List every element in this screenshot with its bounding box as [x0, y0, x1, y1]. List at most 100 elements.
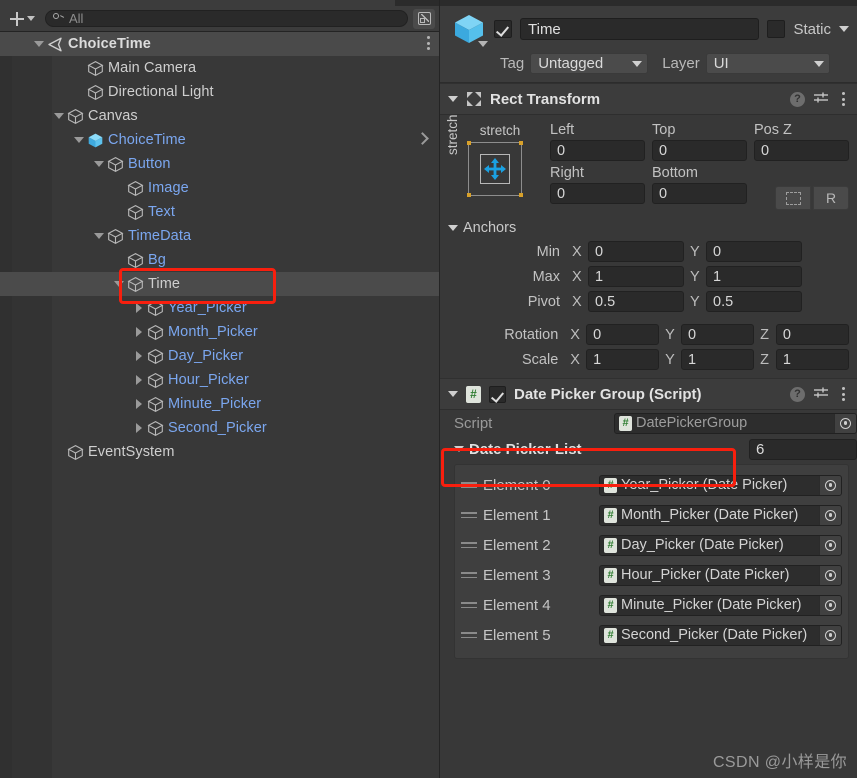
left-input[interactable]: 0: [550, 140, 645, 161]
foldout-open-icon[interactable]: [92, 157, 106, 171]
drag-handle-icon[interactable]: [461, 572, 477, 578]
hierarchy-row-main-camera[interactable]: Main Camera: [0, 56, 439, 80]
hierarchy-row-hour-picker[interactable]: Hour_Picker: [0, 368, 439, 392]
object-picker-icon[interactable]: [819, 535, 841, 555]
list-item[interactable]: Element 5 # Second_Picker (Date Picker): [461, 620, 842, 650]
drag-handle-icon[interactable]: [461, 542, 477, 548]
foldout-closed-icon[interactable]: [132, 349, 146, 363]
hierarchy-row-day-picker[interactable]: Day_Picker: [0, 344, 439, 368]
date-picker-list-header[interactable]: Date Picker List 6: [440, 436, 857, 462]
scale-y-input[interactable]: 1: [681, 349, 755, 370]
component-enabled-checkbox[interactable]: [489, 385, 506, 403]
object-picker-icon[interactable]: [819, 625, 841, 645]
pivot-x-input[interactable]: 0.5: [588, 291, 684, 312]
preset-icon[interactable]: [813, 387, 829, 401]
hierarchy-row-button[interactable]: Button: [0, 152, 439, 176]
list-item[interactable]: Element 3 # Hour_Picker (Date Picker): [461, 560, 842, 590]
hierarchy-row-year-picker[interactable]: Year_Picker: [0, 296, 439, 320]
element-object-field[interactable]: # Year_Picker (Date Picker): [599, 474, 842, 496]
foldout-open-icon[interactable]: [454, 446, 464, 452]
anchor-min-y-input[interactable]: 0: [706, 241, 802, 262]
drag-handle-icon[interactable]: [461, 632, 477, 638]
help-icon[interactable]: ?: [790, 386, 805, 402]
element-object-field[interactable]: # Second_Picker (Date Picker): [599, 624, 842, 646]
object-picker-icon[interactable]: [819, 595, 841, 615]
foldout-closed-icon[interactable]: [132, 301, 146, 315]
anchor-preset-widget[interactable]: stretch stretch: [445, 114, 540, 213]
script-object-field[interactable]: # DatePickerGroup: [614, 412, 857, 434]
scale-x-input[interactable]: 1: [586, 349, 660, 370]
object-picker-icon[interactable]: [819, 475, 841, 495]
foldout-closed-icon[interactable]: [132, 397, 146, 411]
foldout-open-icon[interactable]: [448, 96, 458, 102]
pivot-y-input[interactable]: 0.5: [706, 291, 802, 312]
element-object-field[interactable]: # Hour_Picker (Date Picker): [599, 564, 842, 586]
element-object-field[interactable]: # Day_Picker (Date Picker): [599, 534, 842, 556]
foldout-closed-icon[interactable]: [132, 421, 146, 435]
prefab-open-chevron-icon[interactable]: [416, 132, 429, 145]
hierarchy-row-minute-picker[interactable]: Minute_Picker: [0, 392, 439, 416]
hierarchy-row-time[interactable]: Time: [0, 272, 439, 296]
component-menu-icon[interactable]: [837, 387, 849, 401]
popout-button[interactable]: [413, 8, 435, 29]
hierarchy-row-image[interactable]: Image: [0, 176, 439, 200]
posz-input[interactable]: 0: [754, 140, 849, 161]
help-icon[interactable]: ?: [790, 91, 805, 107]
gameobject-active-checkbox[interactable]: [494, 20, 512, 38]
hierarchy-row-timedata[interactable]: TimeData: [0, 224, 439, 248]
static-checkbox[interactable]: [767, 20, 786, 38]
foldout-open-icon[interactable]: [72, 133, 86, 147]
rotation-y-input[interactable]: 0: [681, 324, 755, 345]
bottom-input[interactable]: 0: [652, 183, 747, 204]
rect-transform-header[interactable]: Rect Transform ?: [440, 83, 857, 115]
search-input[interactable]: All: [45, 10, 408, 27]
gameobject-name-field[interactable]: Time: [520, 18, 760, 40]
top-input[interactable]: 0: [652, 140, 747, 161]
rotation-z-input[interactable]: 0: [775, 324, 849, 345]
hierarchy-row-directional-light[interactable]: Directional Light: [0, 80, 439, 104]
list-item[interactable]: Element 2 # Day_Picker (Date Picker): [461, 530, 842, 560]
hierarchy-row-bg[interactable]: Bg: [0, 248, 439, 272]
list-item[interactable]: Element 1 # Month_Picker (Date Picker): [461, 500, 842, 530]
prefab-cube-icon[interactable]: [452, 12, 488, 47]
tag-dropdown[interactable]: Untagged: [530, 53, 649, 74]
drag-handle-icon[interactable]: [461, 512, 477, 518]
raw-edit-button[interactable]: R: [813, 186, 849, 210]
hierarchy-row-choicetime[interactable]: ChoiceTime: [0, 32, 439, 56]
hierarchy-row-text[interactable]: Text: [0, 200, 439, 224]
object-picker-icon[interactable]: [819, 505, 841, 525]
foldout-open-icon[interactable]: [448, 391, 458, 397]
blueprint-mode-button[interactable]: [775, 186, 811, 210]
hierarchy-row-eventsystem[interactable]: EventSystem: [0, 440, 439, 464]
static-dropdown-icon[interactable]: [839, 26, 849, 32]
anchor-min-x-input[interactable]: 0: [588, 241, 684, 262]
create-button[interactable]: [6, 9, 39, 29]
right-input[interactable]: 0: [550, 183, 645, 204]
foldout-open-icon[interactable]: [92, 229, 106, 243]
list-item[interactable]: Element 4 # Minute_Picker (Date Picker): [461, 590, 842, 620]
foldout-open-icon[interactable]: [32, 37, 46, 51]
drag-handle-icon[interactable]: [461, 602, 477, 608]
rotation-x-input[interactable]: 0: [586, 324, 660, 345]
element-object-field[interactable]: # Minute_Picker (Date Picker): [599, 594, 842, 616]
anchors-foldout[interactable]: Anchors: [448, 217, 849, 239]
object-picker-icon[interactable]: [819, 565, 841, 585]
layer-dropdown[interactable]: UI: [705, 53, 830, 74]
foldout-closed-icon[interactable]: [132, 325, 146, 339]
scene-menu-icon[interactable]: [427, 36, 430, 50]
foldout-open-icon[interactable]: [112, 277, 126, 291]
scale-z-input[interactable]: 1: [775, 349, 849, 370]
object-picker-icon[interactable]: [834, 413, 856, 433]
foldout-closed-icon[interactable]: [132, 373, 146, 387]
hierarchy-row-month-picker[interactable]: Month_Picker: [0, 320, 439, 344]
hierarchy-row-canvas[interactable]: Canvas: [0, 104, 439, 128]
hierarchy-row-second-picker[interactable]: Second_Picker: [0, 416, 439, 440]
hierarchy-row-choicetime[interactable]: ChoiceTime: [0, 128, 439, 152]
date-picker-group-header[interactable]: # Date Picker Group (Script) ?: [440, 378, 857, 410]
foldout-open-icon[interactable]: [52, 109, 66, 123]
component-menu-icon[interactable]: [837, 92, 849, 106]
list-item[interactable]: Element 0 # Year_Picker (Date Picker): [461, 470, 842, 500]
preset-icon[interactable]: [813, 92, 829, 106]
anchor-max-x-input[interactable]: 1: [588, 266, 684, 287]
list-size-input[interactable]: 6: [749, 438, 857, 460]
